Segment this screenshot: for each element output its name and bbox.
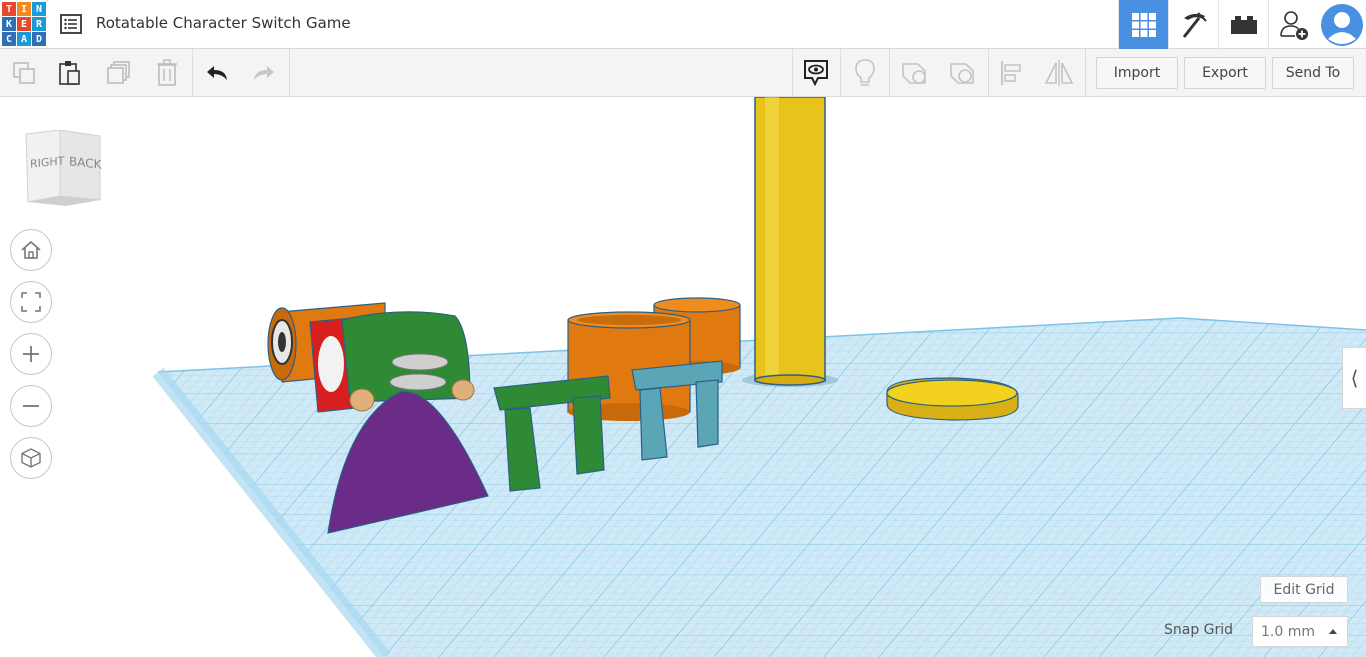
fit-view-button[interactable] [10, 281, 52, 323]
chevron-left-icon: ⟨ [1350, 366, 1359, 390]
avatar-icon [1321, 3, 1363, 46]
hole-shape-button[interactable] [946, 57, 978, 89]
delete-icon [157, 59, 177, 86]
duplicate-icon [107, 61, 130, 84]
redo-icon [254, 66, 274, 80]
teal-arch-leg [695, 379, 719, 448]
toolbar-divider [289, 49, 290, 97]
note-icon [804, 60, 828, 87]
logo-letter: A [17, 32, 31, 46]
toolbar-divider [1085, 49, 1086, 97]
bricks-view-button[interactable] [1218, 0, 1268, 49]
character-hand [349, 388, 375, 412]
grid-view-icon [1131, 12, 1156, 37]
red-character-belly [318, 336, 344, 392]
redo-button[interactable] [248, 57, 280, 89]
workplane-viewport[interactable]: RIGHT BACK ⟨ Edit Grid Snap Grid 1.0 mm [0, 97, 1366, 657]
cylinder-highlight [765, 97, 779, 381]
duplicate-button[interactable] [103, 57, 135, 89]
top-bar: T I N K E R C A D Rotatable Character Sw… [0, 0, 1366, 49]
character-hand [451, 379, 475, 401]
yellow-cylinder-bottom [754, 374, 826, 386]
view-cube[interactable]: RIGHT BACK [22, 129, 104, 212]
list-icon [60, 14, 82, 34]
paste-button[interactable] [54, 57, 86, 89]
logo-letter: K [2, 17, 16, 31]
zoom-out-button[interactable] [10, 385, 52, 427]
tinkercad-logo[interactable]: T I N K E R C A D [2, 2, 46, 46]
zoom-in-button[interactable] [10, 333, 52, 375]
align-button[interactable] [995, 57, 1027, 89]
orange-cylinder-front-inner [577, 315, 681, 325]
logo-letter: E [17, 17, 31, 31]
undo-button[interactable] [201, 57, 233, 89]
brick-icon [1230, 15, 1257, 34]
paste-icon [59, 61, 80, 85]
zoom-in-icon [23, 346, 39, 362]
toolbar-divider [988, 49, 989, 97]
toolbar-divider [192, 49, 193, 97]
zoom-out-icon [23, 405, 39, 407]
yellow-coin-top [886, 379, 1018, 407]
toolbar-divider [840, 49, 841, 97]
logo-letter: N [32, 2, 46, 16]
perspective-button[interactable] [10, 437, 52, 479]
toolbar-divider [889, 49, 890, 97]
design-title[interactable]: Rotatable Character Switch Game [96, 14, 351, 32]
green-character-eye [391, 353, 449, 371]
grid-view-button[interactable] [1118, 0, 1168, 49]
export-button[interactable]: Export [1184, 57, 1266, 89]
shapes-panel-toggle[interactable]: ⟨ [1342, 347, 1366, 409]
copy-button[interactable] [8, 57, 40, 89]
fit-icon [21, 292, 41, 312]
character-eye-pupil [278, 332, 286, 352]
snap-grid-value: 1.0 mm [1261, 623, 1315, 640]
mirror-icon [1044, 60, 1074, 86]
mirror-button[interactable] [1043, 57, 1075, 89]
edit-toolbar: Import Export Send To [0, 49, 1366, 97]
snap-grid-select[interactable]: 1.0 mm [1252, 616, 1348, 647]
caret-up-icon [1329, 629, 1337, 634]
green-arch-leg [572, 395, 605, 475]
shape-icon [902, 63, 926, 84]
top-right-controls [1118, 0, 1366, 49]
logo-letter: C [2, 32, 16, 46]
light-icon [855, 59, 875, 86]
send-to-button[interactable]: Send To [1272, 57, 1354, 89]
design-list-button[interactable] [58, 11, 84, 37]
orange-cylinder-back-top [653, 297, 741, 313]
notes-button[interactable] [800, 57, 832, 89]
user-avatar[interactable] [1318, 0, 1366, 49]
home-view-button[interactable] [10, 229, 52, 271]
snap-grid-label: Snap Grid [1164, 622, 1234, 638]
pickaxe-icon [1182, 11, 1207, 38]
edit-grid-button[interactable]: Edit Grid [1260, 576, 1348, 603]
perspective-icon [21, 448, 41, 468]
toolbar-divider [792, 49, 793, 97]
copy-icon [13, 62, 35, 84]
hole-icon [950, 63, 974, 84]
logo-letter: D [32, 32, 46, 46]
delete-button[interactable] [151, 57, 183, 89]
light-button[interactable] [849, 57, 881, 89]
import-button[interactable]: Import [1096, 57, 1178, 89]
logo-letter: R [32, 17, 46, 31]
logo-letter: T [2, 2, 16, 16]
home-icon [21, 240, 41, 259]
solid-shape-button[interactable] [898, 57, 930, 89]
align-icon [1001, 61, 1021, 85]
logo-letter: I [17, 2, 31, 16]
minecraft-view-button[interactable] [1168, 0, 1218, 49]
invite-user-button[interactable] [1268, 0, 1318, 49]
green-character-eye [389, 373, 447, 391]
add-user-icon [1279, 10, 1308, 40]
undo-icon [207, 66, 227, 80]
workplane-scene[interactable] [0, 97, 1366, 657]
